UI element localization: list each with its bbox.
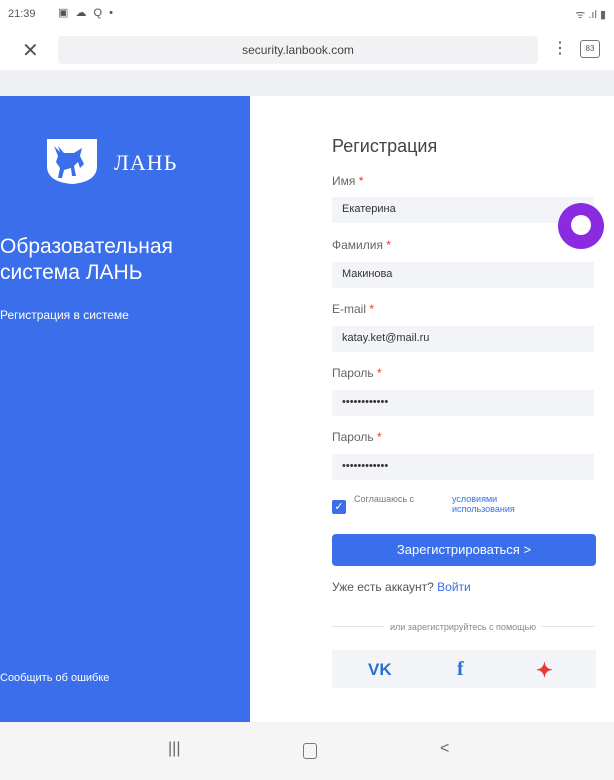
system-title: Образовательная система ЛАНЬ xyxy=(0,235,173,284)
tabs-count-button[interactable]: 83 xyxy=(580,40,600,58)
password-field[interactable]: •••••••••••• xyxy=(332,390,594,416)
social-buttons-row: VK f ✦ xyxy=(332,650,596,688)
system-navigation-bar: ||| < xyxy=(0,722,614,780)
url-text: security.lanbook.com xyxy=(242,43,354,57)
back-button[interactable]: < xyxy=(440,740,449,758)
logo-text: ЛАНЬ xyxy=(114,150,178,175)
login-link[interactable]: Войти xyxy=(437,580,471,594)
browser-toolbar: ✕ security.lanbook.com ⋮ 83 xyxy=(0,30,614,70)
password-label: Пароль * xyxy=(332,366,382,380)
register-button[interactable]: Зарегистрироваться > xyxy=(332,534,596,566)
terms-link[interactable]: условиями использования xyxy=(452,494,562,514)
status-bar: 21:39 ▣ ☁ Q • ᯤ .ıl ▮ xyxy=(0,0,614,30)
facebook-icon[interactable]: f xyxy=(457,658,464,681)
signal-battery-icons: ᯤ .ıl ▮ xyxy=(575,9,606,21)
sidebar-panel: ЛАНЬ Образовательная система ЛАНЬ Регист… xyxy=(0,96,250,722)
password-confirm-label: Пароль * xyxy=(332,430,382,444)
email-field[interactable]: katay.ket@mail.ru xyxy=(332,326,594,352)
address-bar[interactable]: security.lanbook.com xyxy=(58,36,538,64)
recent-apps-button[interactable]: ||| xyxy=(168,740,180,758)
agree-terms-row: ✓ Соглашаюсь с условиями использования xyxy=(332,494,594,524)
name-field[interactable]: Екатерина xyxy=(332,197,594,223)
name-label: Имя * xyxy=(332,174,364,188)
home-button[interactable] xyxy=(303,743,317,759)
agree-checkbox[interactable]: ✓ xyxy=(332,500,346,514)
assistant-inner-circle xyxy=(571,215,591,235)
deer-shield-icon xyxy=(47,139,97,184)
close-tab-icon[interactable]: ✕ xyxy=(22,38,39,63)
voice-assistant-icon[interactable] xyxy=(558,203,604,249)
form-title: Регистрация xyxy=(332,136,438,156)
email-label: E-mail * xyxy=(332,302,375,316)
social-login-icon[interactable]: ✦ xyxy=(536,658,553,683)
page-top-gap xyxy=(0,70,614,96)
agree-text: Соглашаюсь с xyxy=(354,494,415,504)
surname-field[interactable]: Макинова xyxy=(332,262,594,288)
notification-icons: ▣ ☁ Q • xyxy=(58,7,115,19)
status-time: 21:39 xyxy=(8,8,36,20)
login-question: Уже есть аккаунт? xyxy=(332,580,434,594)
password-confirm-field[interactable]: •••••••••••• xyxy=(332,454,594,480)
lan-logo[interactable]: ЛАНЬ xyxy=(44,136,178,186)
report-error-link[interactable]: Сообщить об ошибке xyxy=(0,672,109,684)
login-prompt: Уже есть аккаунт? Войти xyxy=(332,580,471,594)
social-caption: или зарегистрируйтесь с помощью xyxy=(332,622,594,632)
vk-icon[interactable]: VK xyxy=(368,660,392,680)
system-subtitle: Регистрация в системе xyxy=(0,308,129,322)
browser-menu-icon[interactable]: ⋮ xyxy=(552,38,568,58)
surname-label: Фамилия * xyxy=(332,238,391,252)
